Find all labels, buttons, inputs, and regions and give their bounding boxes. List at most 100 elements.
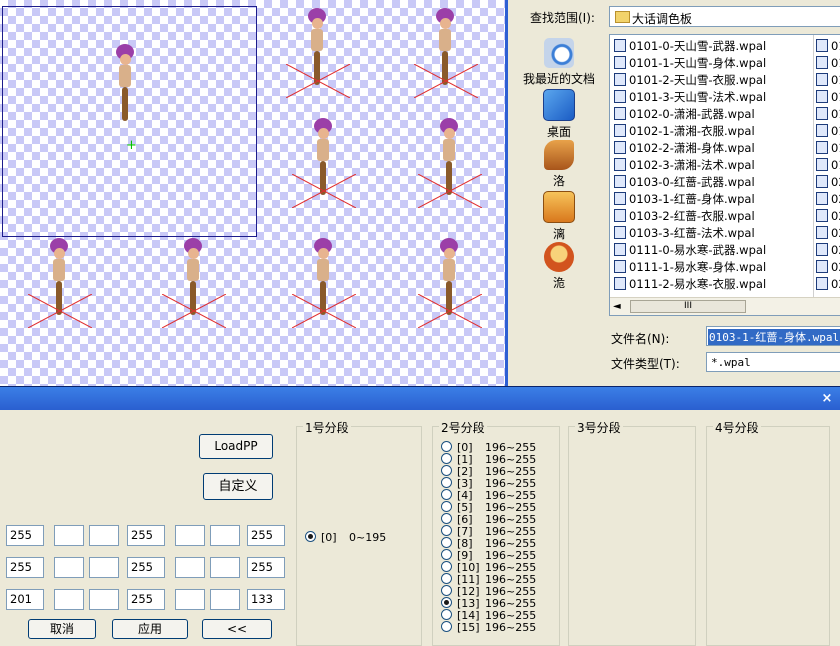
radio-button-icon[interactable] xyxy=(441,549,452,560)
radio-button-icon[interactable] xyxy=(441,525,452,536)
radio-button-icon[interactable] xyxy=(441,453,452,464)
file-list-item[interactable]: 0102-0-潇湘-武器.wpal xyxy=(614,106,755,123)
close-icon[interactable]: × xyxy=(818,391,836,407)
segment-option[interactable]: [0] 0~195 xyxy=(305,531,386,544)
scroll-thumb[interactable]: III xyxy=(630,300,746,313)
radio-button-icon[interactable] xyxy=(441,441,452,452)
color-slider-field[interactable] xyxy=(54,525,84,546)
file-list-item[interactable]: 0101-1-天山雪-身体.wpal xyxy=(614,55,766,72)
file-list-item[interactable]: 0102-1-潇湘-衣服.wpal xyxy=(614,123,755,140)
file-list-item-col2[interactable]: 02 xyxy=(816,242,840,259)
sprite-preview-canvas[interactable]: + xyxy=(0,0,505,386)
segment-option[interactable]: [15] 196~255 xyxy=(441,621,536,634)
palette-file-icon xyxy=(614,39,626,52)
color-slider-field[interactable] xyxy=(175,589,205,610)
scroll-icon xyxy=(544,140,574,170)
place-recent-documents[interactable]: 我最近的文档 xyxy=(518,38,600,87)
filetype-dropdown[interactable]: *.wpal xyxy=(706,352,840,372)
color-value-field[interactable]: 201 xyxy=(6,589,44,610)
file-list-item[interactable]: 0111-1-易水寒-身体.wpal xyxy=(614,259,766,276)
color-slider-field[interactable] xyxy=(210,525,240,546)
radio-button-icon[interactable] xyxy=(441,501,452,512)
filename-input[interactable]: 0103-1-红蔷-身体.wpal xyxy=(706,326,840,346)
loadpp-button[interactable]: LoadPP xyxy=(199,434,273,459)
radio-button-icon[interactable] xyxy=(441,513,452,524)
file-list-item[interactable]: 0103-3-红蔷-法术.wpal xyxy=(614,225,755,242)
color-slider-field[interactable] xyxy=(54,557,84,578)
color-value-field[interactable]: 133 xyxy=(247,589,285,610)
file-list-item-col2[interactable]: 01 xyxy=(816,89,840,106)
filename-label: 文件名(N): xyxy=(611,332,670,346)
color-slider-field[interactable] xyxy=(89,589,119,610)
color-slider-field[interactable] xyxy=(54,589,84,610)
cancel-button[interactable]: 取消 xyxy=(28,619,96,639)
file-list-item-col2[interactable]: 01 xyxy=(816,72,840,89)
color-slider-field[interactable] xyxy=(175,557,205,578)
radio-button-icon[interactable] xyxy=(305,531,316,542)
radio-button-icon[interactable] xyxy=(441,573,452,584)
file-list-item-col2[interactable]: 02 xyxy=(816,191,840,208)
color-slider-field[interactable] xyxy=(89,525,119,546)
file-list-item-col2[interactable]: 02 xyxy=(816,259,840,276)
file-list[interactable]: 0101-0-天山雪-武器.wpal 0101-1-天山雪-身体.wpal 0101… xyxy=(609,34,840,316)
color-value-field[interactable]: 255 xyxy=(247,525,285,546)
file-list-item[interactable]: 0103-1-红蔷-身体.wpal xyxy=(614,191,755,208)
character-sprite xyxy=(112,44,138,124)
file-list-item-col2[interactable]: 01 xyxy=(816,38,840,55)
radio-button-icon[interactable] xyxy=(441,585,452,596)
file-list-item[interactable]: 0102-3-潇湘-法术.wpal xyxy=(614,157,755,174)
place-basket[interactable]: 洈 xyxy=(518,242,600,291)
apply-button[interactable]: 应用 xyxy=(112,619,188,639)
file-name: 01 xyxy=(831,124,840,138)
file-list-item[interactable]: 0102-2-潇湘-身体.wpal xyxy=(614,140,755,157)
file-list-item-col2[interactable]: 02 xyxy=(816,276,840,293)
radio-button-icon[interactable] xyxy=(441,465,452,476)
filename-value: 0103-1-红蔷-身体.wpal xyxy=(708,329,840,345)
radio-button-icon[interactable] xyxy=(441,477,452,488)
file-list-item-col2[interactable]: 01 xyxy=(816,157,840,174)
color-value-field[interactable]: 255 xyxy=(247,557,285,578)
scroll-left-icon[interactable]: ◄ xyxy=(613,301,621,312)
color-slider-field[interactable] xyxy=(210,589,240,610)
file-list-item-col2[interactable]: 01 xyxy=(816,123,840,140)
file-list-item-col2[interactable]: 02 xyxy=(816,225,840,242)
file-list-item-col2[interactable]: 01 xyxy=(816,106,840,123)
color-slider-field[interactable] xyxy=(175,525,205,546)
look-in-dropdown[interactable]: 大话调色板 xyxy=(609,6,840,27)
color-slider-field[interactable] xyxy=(210,557,240,578)
horizontal-scrollbar[interactable]: ◄ III xyxy=(610,297,840,315)
radio-button-icon[interactable] xyxy=(441,537,452,548)
palette-file-icon xyxy=(816,141,828,154)
color-value-field[interactable]: 255 xyxy=(127,525,165,546)
file-list-item[interactable]: 0101-0-天山雪-武器.wpal xyxy=(614,38,766,55)
file-list-item[interactable]: 0103-0-红蔷-武器.wpal xyxy=(614,174,755,191)
color-value-field[interactable]: 255 xyxy=(6,525,44,546)
palette-file-icon xyxy=(614,107,626,120)
radio-button-icon[interactable] xyxy=(441,609,452,620)
radio-button-icon[interactable] xyxy=(441,597,452,608)
place-folder[interactable]: 漓 xyxy=(518,191,600,242)
palette-file-icon xyxy=(816,192,828,205)
color-value-field[interactable]: 255 xyxy=(6,557,44,578)
file-list-item-col2[interactable]: 01 xyxy=(816,55,840,72)
color-value-field[interactable]: 255 xyxy=(127,589,165,610)
radio-button-icon[interactable] xyxy=(441,561,452,572)
file-list-item[interactable]: 0111-2-易水寒-衣服.wpal xyxy=(614,276,766,293)
color-value-field[interactable]: 255 xyxy=(127,557,165,578)
place-scroll-folder[interactable]: 洛 xyxy=(518,140,600,189)
radio-button-icon[interactable] xyxy=(441,621,452,632)
collapse-button[interactable]: << xyxy=(202,619,272,639)
file-name: 0103-2-红蔷-衣服.wpal xyxy=(629,209,755,223)
custom-button[interactable]: 自定义 xyxy=(203,473,273,500)
file-list-item-col2[interactable]: 02 xyxy=(816,208,840,225)
file-list-item-col2[interactable]: 01 xyxy=(816,140,840,157)
color-slider-field[interactable] xyxy=(89,557,119,578)
radio-button-icon[interactable] xyxy=(441,489,452,500)
file-list-item-col2[interactable]: 02 xyxy=(816,174,840,191)
file-list-item[interactable]: 0101-3-天山雪-法术.wpal xyxy=(614,89,766,106)
file-list-item[interactable]: 0111-0-易水寒-武器.wpal xyxy=(614,242,766,259)
file-list-item[interactable]: 0101-2-天山雪-衣服.wpal xyxy=(614,72,766,89)
file-name: 0111-2-易水寒-衣服.wpal xyxy=(629,277,767,291)
file-list-item[interactable]: 0103-2-红蔷-衣服.wpal xyxy=(614,208,755,225)
place-desktop[interactable]: 桌面 xyxy=(518,89,600,140)
